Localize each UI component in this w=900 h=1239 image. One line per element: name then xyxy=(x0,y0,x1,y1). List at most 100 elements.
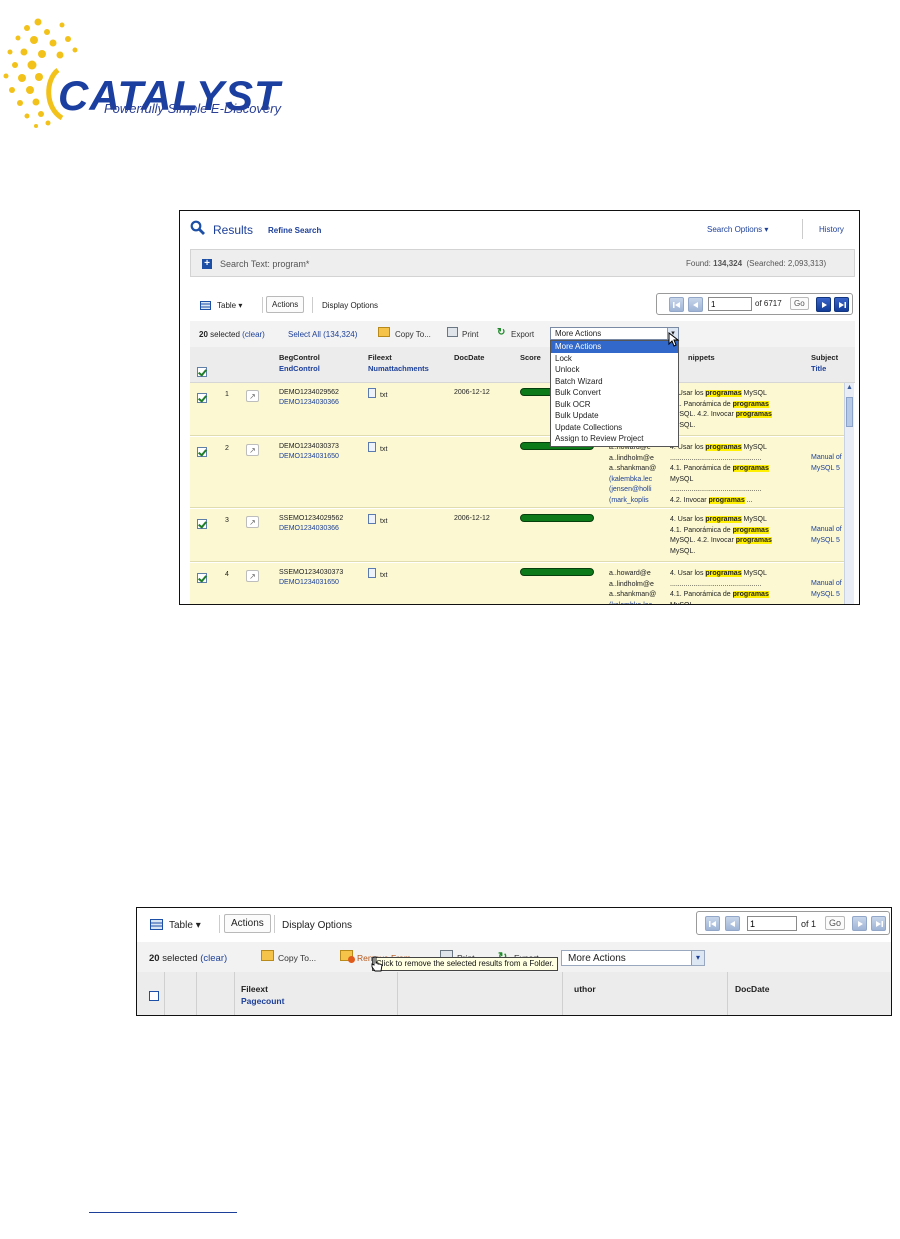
table-row[interactable]: 2 ↗ DEMO1234030373 DEMO1234031650 txt a..howa… xyxy=(190,437,844,508)
open-document-icon[interactable]: ↗ xyxy=(246,444,259,456)
catalyst-logo: CATALYST Powerfully Simple E-Discovery xyxy=(0,10,330,135)
menu-item-bulk-ocr[interactable]: Bulk OCR xyxy=(551,399,678,411)
col-docdate[interactable]: DocDate xyxy=(454,353,484,362)
refine-search-link[interactable]: Refine Search xyxy=(268,226,321,235)
search-options-menu[interactable]: Search Options ▾ xyxy=(707,225,768,234)
col-begcontrol[interactable]: BegControl EndControl xyxy=(279,353,320,373)
table-row[interactable]: 3 ↗ SSEMO1234029562 DEMO1234030366 txt 2006-1… xyxy=(190,509,844,562)
row-begcontrol[interactable]: SSEMO1234029562 xyxy=(279,514,343,525)
last-page-button[interactable] xyxy=(834,297,849,312)
page-number-input[interactable] xyxy=(747,916,797,931)
col-title[interactable]: Title xyxy=(811,364,838,373)
next-page-button[interactable] xyxy=(816,297,831,312)
row-begcontrol[interactable]: SSEMO1234030373 xyxy=(279,568,343,579)
row-author[interactable]: (kalembka.lec xyxy=(609,601,652,605)
vertical-scrollbar[interactable]: ▲ xyxy=(844,383,854,604)
col-pagecount[interactable]: Pagecount xyxy=(241,996,284,1006)
row-endcontrol[interactable]: DEMO1234031650 xyxy=(279,578,339,589)
col-fileext[interactable]: Fileext Pagecount xyxy=(241,984,284,1006)
row-author[interactable]: a..lindholm@e xyxy=(609,580,654,591)
row-author[interactable]: a..shankman@ xyxy=(609,590,656,601)
row-endcontrol[interactable]: DEMO1234030366 xyxy=(279,398,339,409)
menu-item-update-collections[interactable]: Update Collections xyxy=(551,422,678,434)
row-subject[interactable]: MySQL 5 xyxy=(811,464,840,475)
first-page-button[interactable] xyxy=(705,916,720,931)
col-fileext[interactable]: Fileext Numattachments xyxy=(368,353,429,373)
first-page-button[interactable] xyxy=(669,297,684,312)
menu-item-more-actions[interactable]: More Actions xyxy=(551,341,678,353)
go-button[interactable]: Go xyxy=(790,297,809,310)
row-checkbox[interactable] xyxy=(197,573,207,583)
actions-tab[interactable]: Actions xyxy=(266,296,305,313)
select-all-checkbox[interactable] xyxy=(197,367,207,377)
open-document-icon[interactable]: ↗ xyxy=(246,390,259,402)
select-all-checkbox[interactable] xyxy=(149,991,159,1001)
last-page-button[interactable] xyxy=(871,916,886,931)
snippet-text: ........................................… xyxy=(670,486,762,493)
scroll-up-icon[interactable]: ▲ xyxy=(846,384,853,391)
table-row[interactable]: 1 ↗ DEMO1234029562 DEMO1234030366 txt 2006-12… xyxy=(190,383,844,436)
row-checkbox[interactable] xyxy=(197,393,207,403)
menu-item-batch-wizard[interactable]: Batch Wizard xyxy=(551,376,678,388)
export-button[interactable]: Export xyxy=(511,330,534,339)
row-subject[interactable]: Manual of xyxy=(811,525,842,536)
row-author[interactable]: a..howard@e xyxy=(609,569,651,580)
copy-to-button[interactable]: Copy To... xyxy=(278,953,316,963)
go-button[interactable]: Go xyxy=(825,916,846,930)
menu-item-lock[interactable]: Lock xyxy=(551,353,678,365)
col-snippets[interactable]: nippets xyxy=(688,353,715,362)
row-subject[interactable]: Manual of xyxy=(811,579,842,590)
row-author[interactable]: (kalembka.lec xyxy=(609,475,652,486)
col-endcontrol[interactable]: EndControl xyxy=(279,364,320,373)
row-subject[interactable]: MySQL 5 xyxy=(811,536,840,547)
snippet-highlight: programas xyxy=(705,390,742,397)
actions-tab[interactable]: Actions xyxy=(224,914,271,933)
row-checkbox[interactable] xyxy=(197,447,207,457)
open-document-icon[interactable]: ↗ xyxy=(246,516,259,528)
col-author[interactable]: uthor xyxy=(574,984,596,994)
prev-page-button[interactable] xyxy=(688,297,703,312)
row-author[interactable]: a..lindholm@e xyxy=(609,454,654,465)
copy-to-button[interactable]: Copy To... xyxy=(395,330,431,339)
search-query: program* xyxy=(272,259,310,269)
next-page-button[interactable] xyxy=(852,916,867,931)
menu-item-bulk-update[interactable]: Bulk Update xyxy=(551,410,678,422)
col-docdate[interactable]: DocDate xyxy=(735,984,769,994)
view-selector[interactable]: Table ▾ xyxy=(217,301,242,310)
scroll-thumb[interactable] xyxy=(846,397,853,427)
select-all-link[interactable]: Select All (134,324) xyxy=(288,330,357,339)
row-author[interactable]: (jensen@holli xyxy=(609,485,652,496)
menu-item-unlock[interactable]: Unlock xyxy=(551,364,678,376)
row-begcontrol[interactable]: DEMO1234030373 xyxy=(279,442,339,453)
view-selector[interactable]: Table ▾ xyxy=(169,920,201,931)
col-score[interactable]: Score xyxy=(520,353,541,362)
table-row[interactable]: 4 ↗ SSEMO1234030373 DEMO1234031650 txt a..how… xyxy=(190,563,844,605)
clear-selection-link[interactable]: (clear) xyxy=(242,330,265,339)
row-checkbox[interactable] xyxy=(197,519,207,529)
row-author[interactable]: a..shankman@ xyxy=(609,464,656,475)
prev-page-button[interactable] xyxy=(725,916,740,931)
display-options-tab[interactable]: Display Options xyxy=(282,920,352,931)
menu-item-assign-review-project[interactable]: Assign to Review Project xyxy=(551,433,678,445)
text-file-icon xyxy=(368,568,376,578)
col-numattachments[interactable]: Numattachments xyxy=(368,364,429,373)
row-endcontrol[interactable]: DEMO1234030366 xyxy=(279,524,339,535)
more-actions-select[interactable]: More Actions ▾ xyxy=(561,950,705,966)
snippet-text: 4.1. Panorámica de xyxy=(670,400,733,408)
row-author[interactable]: (mark_koplis xyxy=(609,496,649,507)
print-button[interactable]: Print xyxy=(462,330,478,339)
col-subject[interactable]: Subject Title xyxy=(811,353,838,373)
more-actions-select[interactable]: More Actions ▾ xyxy=(550,327,679,340)
row-begcontrol[interactable]: DEMO1234029562 xyxy=(279,388,339,399)
open-document-icon[interactable]: ↗ xyxy=(246,570,259,582)
row-subject[interactable]: MySQL 5 xyxy=(811,590,840,601)
display-options-tab[interactable]: Display Options xyxy=(322,301,378,310)
row-subject[interactable]: Manual of xyxy=(811,453,842,464)
clear-selection-link[interactable]: (clear) xyxy=(200,953,227,964)
history-link[interactable]: History xyxy=(819,225,844,234)
pager: of 6717 Go xyxy=(656,293,853,315)
page-number-input[interactable] xyxy=(708,297,752,311)
menu-item-bulk-convert[interactable]: Bulk Convert xyxy=(551,387,678,399)
expand-plus-icon[interactable]: + xyxy=(202,259,212,269)
row-endcontrol[interactable]: DEMO1234031650 xyxy=(279,452,339,463)
